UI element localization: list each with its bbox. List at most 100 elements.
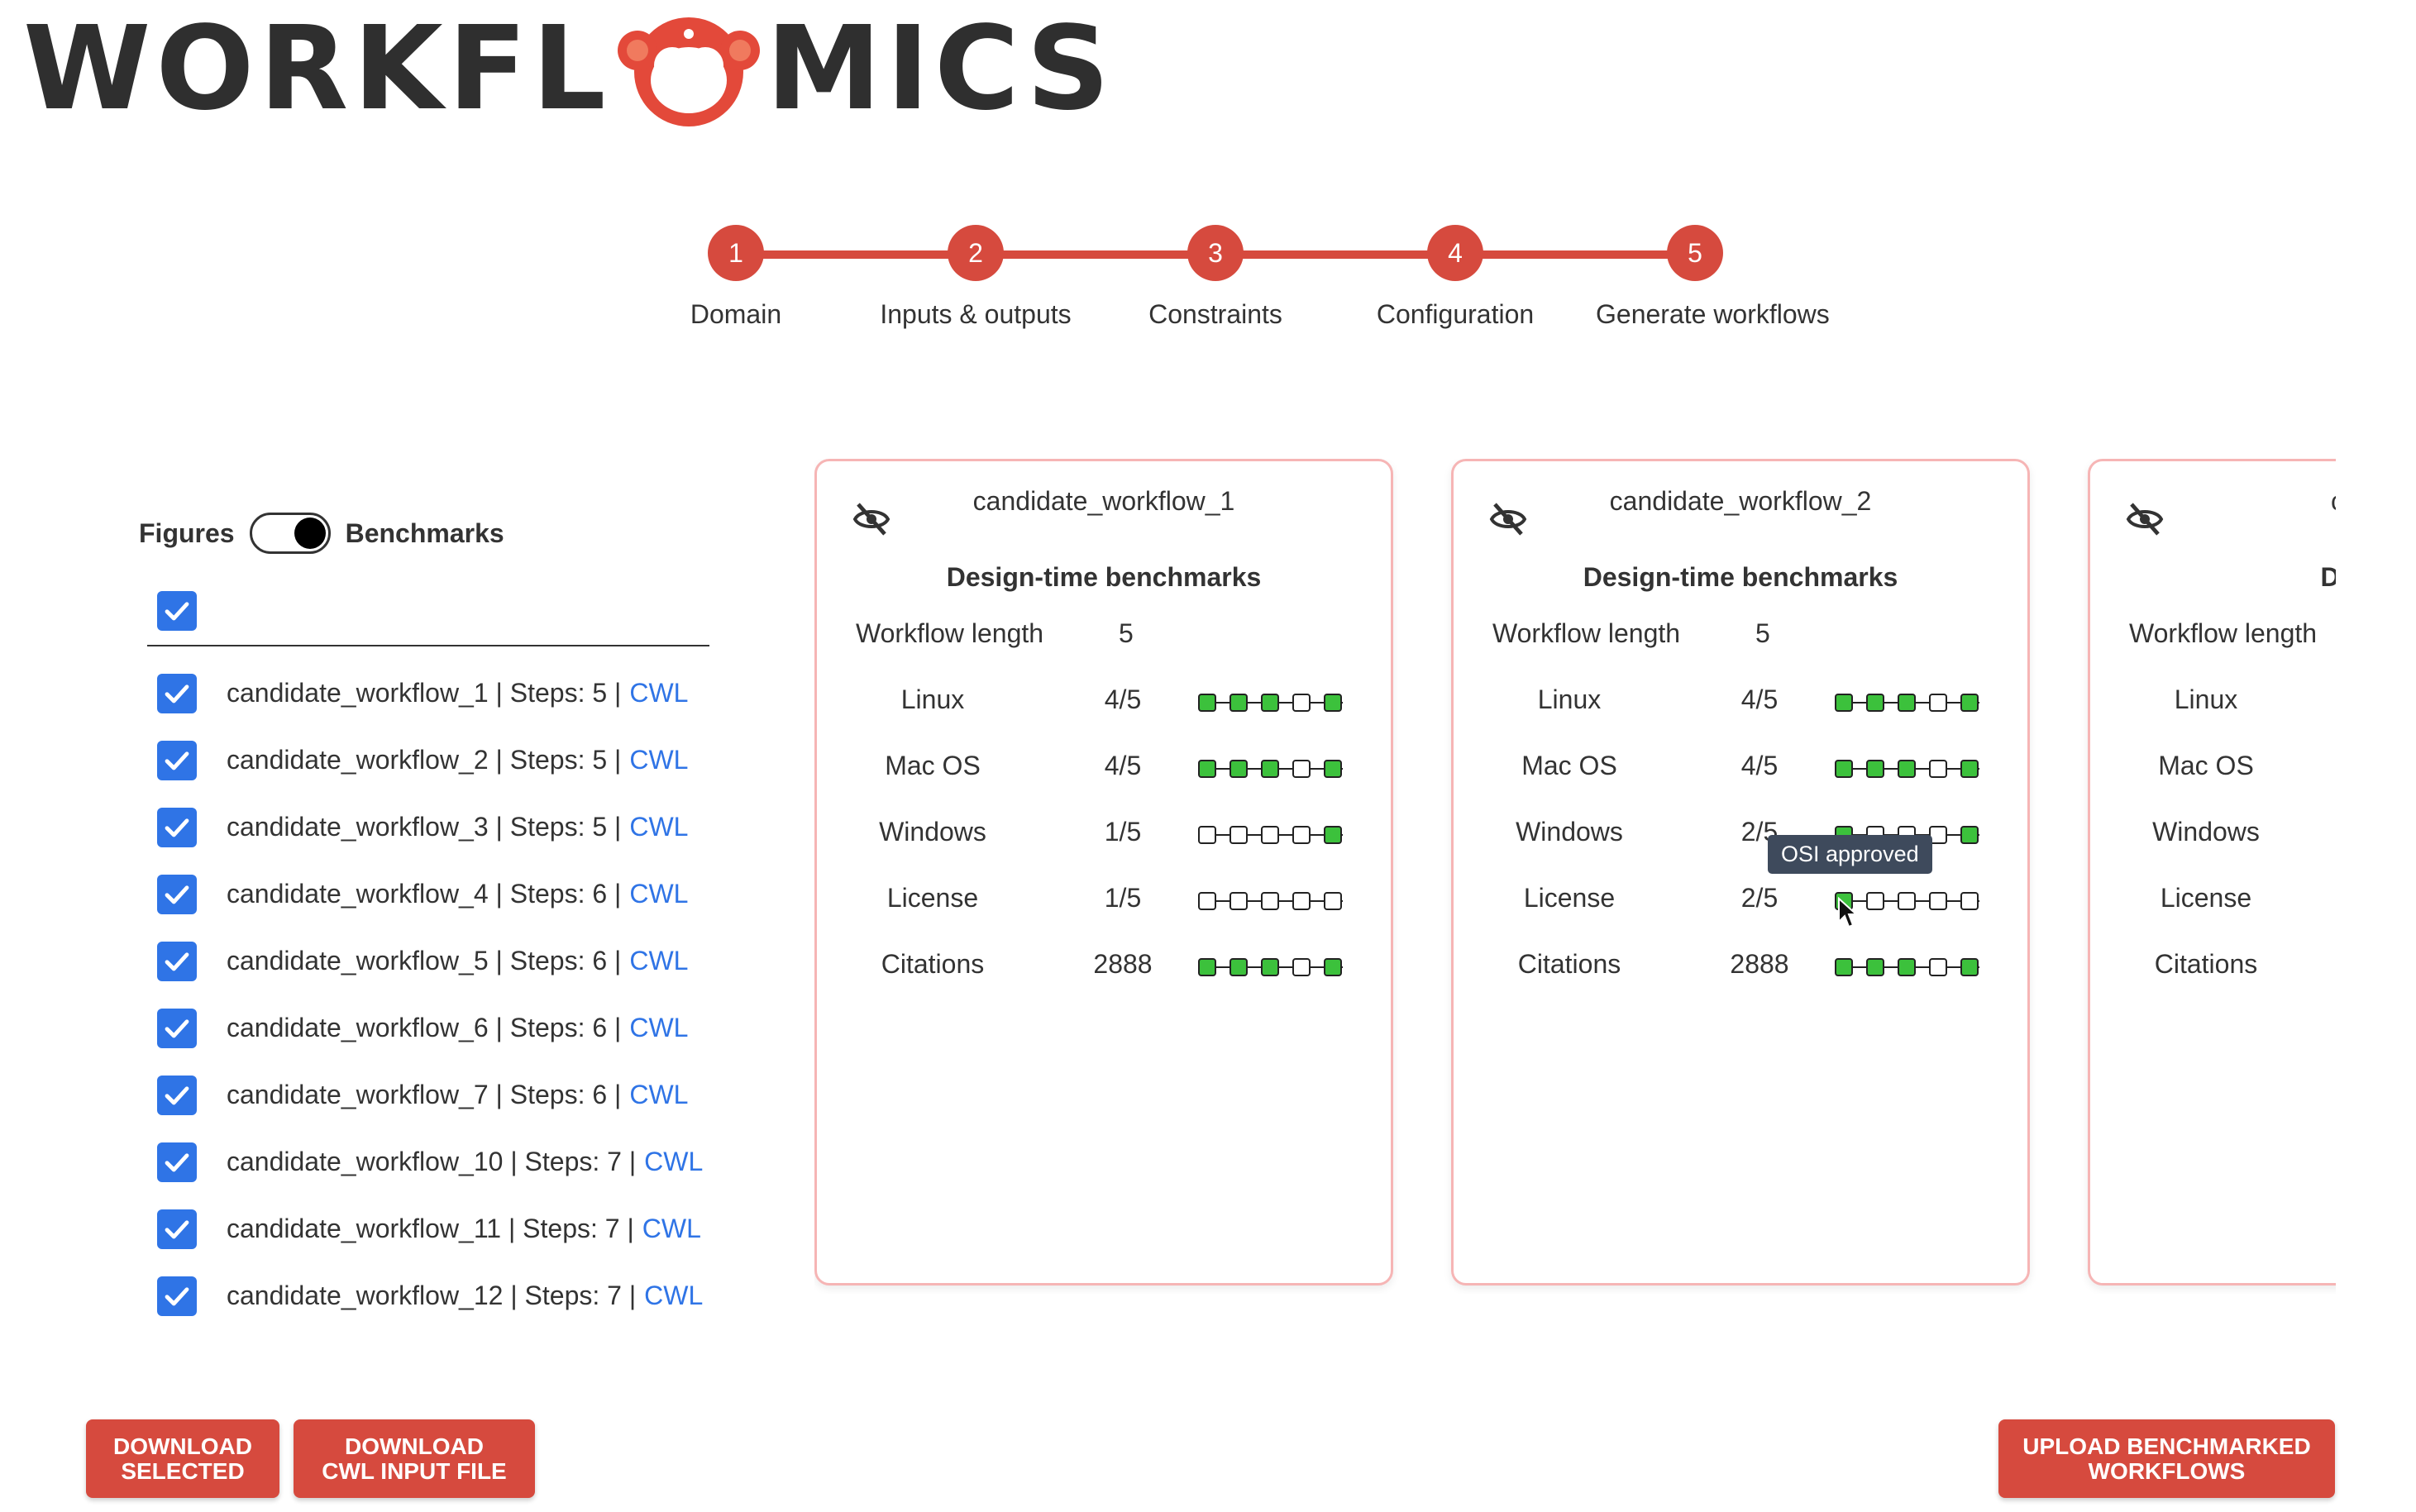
benchmark-indicator-icon (1198, 760, 1343, 778)
benchmark-indicator-icon (1835, 958, 1979, 976)
workflow-checkbox[interactable] (157, 1008, 197, 1048)
checkmark-icon (165, 1085, 189, 1104)
workflow-checkbox[interactable] (157, 807, 197, 847)
workflow-checkbox[interactable] (157, 1142, 197, 1182)
cwl-link[interactable]: CWL (629, 812, 688, 842)
mouse-cursor-icon (1838, 897, 1859, 928)
benchmark-value: 2888 (1093, 949, 1153, 979)
cwl-link[interactable]: CWL (629, 946, 688, 975)
workflow-list-item: candidate_workflow_10 | Steps: 7 | CWL (157, 1128, 703, 1195)
benchmark-name: Mac OS (1521, 751, 1617, 780)
workflow-checkbox[interactable] (157, 941, 197, 981)
benchmark-value: 4/5 (1104, 751, 1142, 780)
benchmark-dots (1834, 756, 1986, 789)
step-inputs-outputs[interactable]: 2 Inputs & outputs (876, 225, 1075, 330)
benchmark-value: 1/5 (1104, 883, 1142, 913)
benchmark-name: License (886, 883, 979, 913)
step-configuration[interactable]: 4 Configuration (1356, 225, 1554, 330)
workflow-list-item: candidate_workflow_3 | Steps: 5 | CWL (157, 794, 703, 861)
card-title: candida (2090, 486, 2336, 517)
workflow-checkbox[interactable] (157, 673, 197, 713)
step-label: Constraints (1148, 299, 1282, 329)
benchmark-row: Linux 4/5 (1454, 684, 2032, 726)
app-logo: WORKFL MICS (23, 12, 1115, 127)
step-label: Configuration (1376, 299, 1535, 329)
select-all-checkbox[interactable] (157, 591, 197, 631)
benchmark-dots (1197, 822, 1349, 855)
workflow-label: candidate_workflow_6 | Steps: 6 | (227, 1013, 622, 1042)
download-selected-button[interactable]: DOWNLOAD SELECTED (86, 1419, 279, 1498)
step-label: Inputs & outputs (880, 299, 1072, 329)
workflow-list-item: candidate_workflow_1 | Steps: 5 | CWL (157, 660, 703, 727)
step-number: 5 (1667, 225, 1723, 281)
checkmark-icon (165, 818, 189, 837)
benchmark-name: License (1523, 883, 1616, 913)
card-subtitle: Design-time benchmarks (946, 562, 1262, 592)
benchmark-indicator-icon (1198, 892, 1343, 910)
step-constraints[interactable]: 3 Constraints (1116, 225, 1315, 330)
step-domain[interactable]: 1 Domain (637, 225, 835, 330)
workflow-checkbox[interactable] (157, 874, 197, 914)
benchmark-indicator-icon (1835, 760, 1979, 778)
progress-stepper: 1 Domain 2 Inputs & outputs 3 Constraint… (678, 225, 1852, 332)
checkmark-icon (165, 751, 189, 770)
view-toggle: Figures Benchmarks (139, 513, 504, 554)
step-generate-workflows[interactable]: 5 Generate workflows (1596, 225, 1830, 330)
benchmark-row: Mac OS 4/5 (1454, 751, 2032, 792)
benchmark-dots (1197, 756, 1349, 789)
cwl-link[interactable]: CWL (629, 745, 688, 775)
step-number: 2 (948, 225, 1004, 281)
card-subtitle: Design-ti (2320, 562, 2336, 592)
benchmark-name: Windows (879, 817, 986, 847)
workflow-list-item: candidate_workflow_6 | Steps: 6 | CWL (157, 994, 703, 1061)
benchmark-row: Linux 4/5 (817, 684, 1396, 726)
cwl-link[interactable]: CWL (629, 678, 688, 708)
workflow-list-item: candidate_workflow_12 | Steps: 7 | CWL (157, 1262, 703, 1329)
checkmark-icon (165, 1018, 189, 1037)
benchmark-row: Linux (2090, 684, 2336, 726)
benchmark-name: Citations (881, 949, 985, 979)
workflow-checkbox[interactable] (157, 740, 197, 780)
cwl-link[interactable]: CWL (629, 1013, 688, 1042)
workflow-list-item: candidate_workflow_4 | Steps: 6 | CWL (157, 861, 703, 928)
benchmark-dots (1197, 689, 1349, 723)
cwl-link[interactable]: CWL (644, 1147, 703, 1176)
figures-benchmarks-switch[interactable] (249, 513, 331, 554)
logo-text-left: WORKFL (23, 2, 611, 136)
toggle-label-benchmarks: Benchmarks (345, 518, 504, 548)
step-label: Generate workflows (1596, 299, 1830, 329)
checkmark-icon (165, 1219, 189, 1238)
workflow-checkbox[interactable] (157, 1075, 197, 1115)
benchmark-name: Linux (900, 684, 965, 714)
cwl-link[interactable]: CWL (629, 879, 688, 909)
benchmark-name: License (2160, 883, 2252, 913)
workflow-card: candida Design-ti Workflow length Linux Mac … (2088, 459, 2336, 1285)
benchmark-dots (1197, 888, 1349, 921)
benchmark-indicator-icon (1198, 694, 1343, 712)
checkmark-icon (165, 684, 189, 703)
cwl-link[interactable]: CWL (629, 1080, 688, 1109)
switch-knob (294, 518, 326, 549)
workflow-checkbox[interactable] (157, 1276, 197, 1316)
step-number: 3 (1187, 225, 1244, 281)
benchmark-row: Windows 2/5 (1454, 817, 2032, 858)
benchmark-row: License 1/5 (817, 883, 1396, 924)
upload-benchmarked-workflows-button[interactable]: UPLOAD BENCHMARKED WORKFLOWS (1998, 1419, 2335, 1498)
workflow-checkbox[interactable] (157, 1209, 197, 1249)
benchmark-row: Citations 2888 (1454, 949, 2032, 990)
workflow-list-item: candidate_workflow_5 | Steps: 6 | CWL (157, 928, 703, 994)
step-number: 1 (708, 225, 764, 281)
checkmark-icon (165, 885, 189, 904)
benchmark-name: Linux (2174, 684, 2238, 714)
workflow-label: candidate_workflow_11 | Steps: 7 | (227, 1214, 634, 1243)
workflow-list-item: candidate_workflow_11 | Steps: 7 | CWL (157, 1195, 703, 1262)
download-cwl-input-file-button[interactable]: DOWNLOAD CWL INPUT FILE (294, 1419, 535, 1498)
benchmark-dots (1834, 954, 1986, 987)
monkey-logo-icon (617, 17, 760, 126)
benchmark-row: Citations 2888 (817, 949, 1396, 990)
benchmark-row: Citations (2090, 949, 2336, 990)
cwl-link[interactable]: CWL (644, 1281, 703, 1310)
benchmark-indicator-icon (1198, 958, 1343, 976)
cwl-link[interactable]: CWL (642, 1214, 701, 1243)
step-number: 4 (1427, 225, 1483, 281)
